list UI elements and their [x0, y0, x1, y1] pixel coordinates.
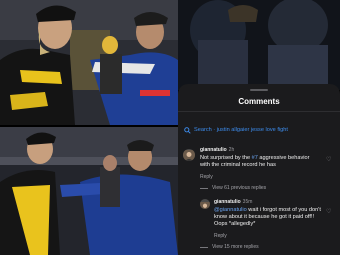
avatar-image [183, 150, 195, 161]
drag-handle[interactable] [250, 89, 268, 91]
race-photo-bottom-image [0, 127, 178, 255]
reply-time: 35m [242, 199, 253, 205]
search-icon [184, 126, 191, 134]
comments-panel: Comments Search · justin allgaier jesse … [178, 84, 340, 255]
replies-divider [200, 187, 208, 189]
comment-username[interactable]: giannatulio [200, 147, 227, 153]
view-replies-label: View 61 previous replies [212, 185, 267, 191]
replies-divider [200, 246, 208, 248]
reply-button[interactable]: Reply [214, 233, 227, 239]
comment-text-pre: Not surprised by the [200, 155, 252, 161]
reply-button[interactable]: Reply [200, 174, 213, 180]
comments-title: Comments [238, 97, 280, 106]
avatar-image [200, 202, 210, 209]
panel-divider [178, 111, 340, 112]
comment-meta: giannatulio 2h [200, 147, 234, 153]
related-search-text: Search · justin allgaier jesse love figh… [194, 127, 288, 133]
comment-text: Not surprised by the #7 aggressive behav… [200, 155, 318, 169]
avatar[interactable] [183, 149, 195, 161]
heart-icon[interactable]: ♡ [326, 156, 331, 163]
reply-text: @giannatulio wait i forgot most of you d… [214, 207, 324, 229]
heart-icon[interactable]: ♡ [326, 208, 331, 215]
mention-link[interactable]: @giannatulio [214, 207, 247, 213]
view-more-replies[interactable]: View 15 more replies [200, 244, 259, 250]
reply-meta: giannatulio 35m [214, 199, 252, 205]
race-photo-top-image [0, 0, 178, 125]
avatar[interactable] [200, 199, 210, 209]
related-search-link[interactable]: Search · justin allgaier jesse love figh… [184, 124, 336, 136]
race-photo-bottom [0, 127, 178, 255]
view-replies-label: View 15 more replies [212, 244, 259, 250]
race-photo-right [178, 0, 340, 90]
race-photo-right-image [178, 0, 340, 90]
race-photo-top [0, 0, 178, 125]
comment-time: 2h [228, 147, 235, 153]
view-previous-replies[interactable]: View 61 previous replies [200, 185, 266, 191]
reply-username[interactable]: giannatulio [214, 199, 241, 205]
